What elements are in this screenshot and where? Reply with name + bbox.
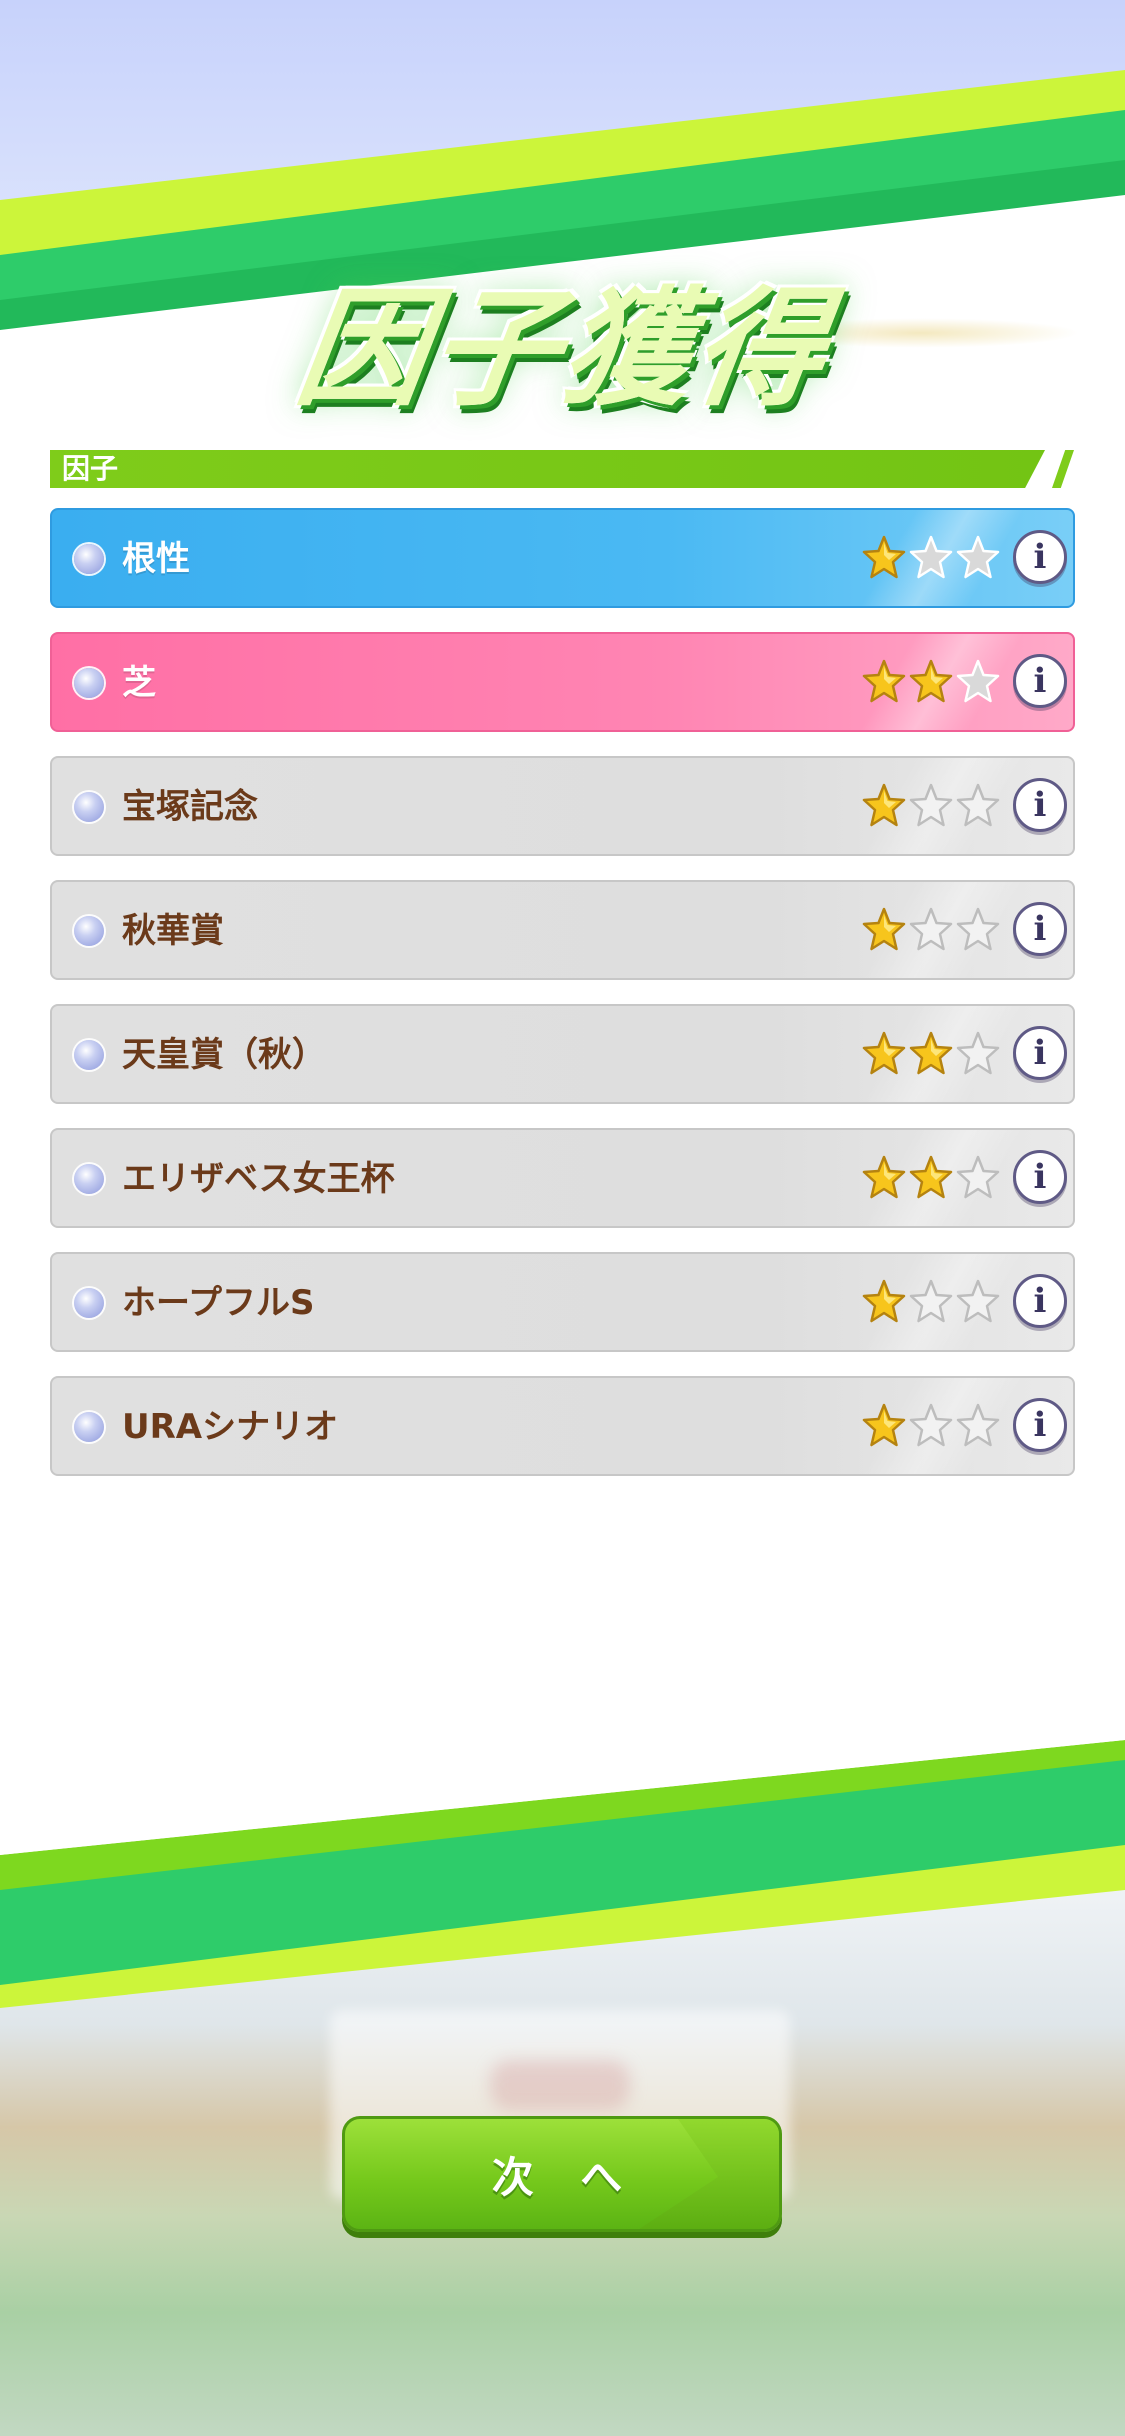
info-icon-button[interactable]: i (1013, 654, 1067, 708)
star-empty-icon (956, 658, 1000, 706)
bullet-orb-icon (74, 916, 104, 946)
factor-row: 根性 i (50, 508, 1075, 608)
factor-name: URAシナリオ (122, 1407, 339, 1447)
section-header: 因子 (50, 450, 1075, 488)
star-empty-icon (956, 1402, 1000, 1450)
star-empty-icon (956, 1030, 1000, 1078)
bottom-stripes-decoration (0, 1740, 1125, 2008)
next-button-label: 次 へ (491, 2152, 639, 2202)
factor-name: 根性 (122, 539, 190, 579)
star-rating (862, 1030, 1002, 1080)
section-header-slash (1052, 450, 1074, 488)
star-filled-icon (862, 658, 906, 706)
bullet-orb-icon (74, 1040, 104, 1070)
bullet-orb-icon (74, 668, 104, 698)
star-rating (862, 906, 1002, 956)
star-filled-icon (862, 1278, 906, 1326)
star-rating (862, 1402, 1002, 1452)
info-icon-button[interactable]: i (1013, 1026, 1067, 1080)
next-button[interactable]: 次 へ (342, 2116, 782, 2232)
blurred-text-decoration (490, 2060, 630, 2110)
star-filled-icon (862, 906, 906, 954)
star-filled-icon (909, 1030, 953, 1078)
star-filled-icon (862, 1030, 906, 1078)
star-rating (862, 782, 1002, 832)
star-empty-icon (956, 782, 1000, 830)
star-filled-icon (909, 1154, 953, 1202)
section-label: 因子 (62, 452, 119, 485)
bullet-orb-icon (74, 1412, 104, 1442)
star-filled-icon (862, 1402, 906, 1450)
star-rating (862, 1154, 1002, 1204)
factor-name: 芝 (122, 663, 156, 703)
star-filled-icon (862, 534, 906, 582)
info-icon-button[interactable]: i (1013, 1274, 1067, 1328)
title-banner: 因子獲得 (270, 262, 860, 424)
star-rating (862, 658, 1002, 708)
star-empty-icon (956, 1154, 1000, 1202)
section-header-bar (50, 450, 1045, 488)
star-empty-icon (956, 906, 1000, 954)
star-empty-icon (909, 534, 953, 582)
factor-row: 天皇賞（秋） i (50, 1004, 1075, 1104)
factor-name: 秋華賞 (122, 911, 224, 951)
info-icon-button[interactable]: i (1013, 778, 1067, 832)
info-icon-button[interactable]: i (1013, 1150, 1067, 1204)
star-empty-icon (909, 782, 953, 830)
factor-row: URAシナリオ i (50, 1376, 1075, 1476)
star-filled-icon (909, 658, 953, 706)
factor-name: 天皇賞（秋） (122, 1035, 326, 1075)
factor-name: エリザベス女王杯 (122, 1159, 395, 1199)
star-filled-icon (862, 782, 906, 830)
factor-row: ホープフルS i (50, 1252, 1075, 1352)
factor-row: 秋華賞 i (50, 880, 1075, 980)
bullet-orb-icon (74, 544, 104, 574)
factor-row: エリザベス女王杯 i (50, 1128, 1075, 1228)
factor-row: 宝塚記念 i (50, 756, 1075, 856)
star-rating (862, 1278, 1002, 1328)
star-empty-icon (909, 1278, 953, 1326)
bullet-orb-icon (74, 1288, 104, 1318)
star-empty-icon (956, 1278, 1000, 1326)
info-icon-button[interactable]: i (1013, 530, 1067, 584)
star-rating (862, 534, 1002, 584)
factor-list: 根性 i 芝 i 宝塚記念 i 秋華賞 i 天皇賞（秋） i エリザベス女王杯 i ホープフルS i URA… (50, 508, 1075, 1500)
star-empty-icon (956, 534, 1000, 582)
star-empty-icon (909, 906, 953, 954)
star-filled-icon (862, 1154, 906, 1202)
bullet-orb-icon (74, 792, 104, 822)
factor-name: ホープフルS (122, 1283, 315, 1323)
info-icon-button[interactable]: i (1013, 902, 1067, 956)
page-title: 因子獲得 (288, 274, 838, 424)
factor-name: 宝塚記念 (122, 787, 258, 827)
info-icon-button[interactable]: i (1013, 1398, 1067, 1452)
factor-row: 芝i (50, 632, 1075, 732)
bullet-orb-icon (74, 1164, 104, 1194)
star-empty-icon (909, 1402, 953, 1450)
